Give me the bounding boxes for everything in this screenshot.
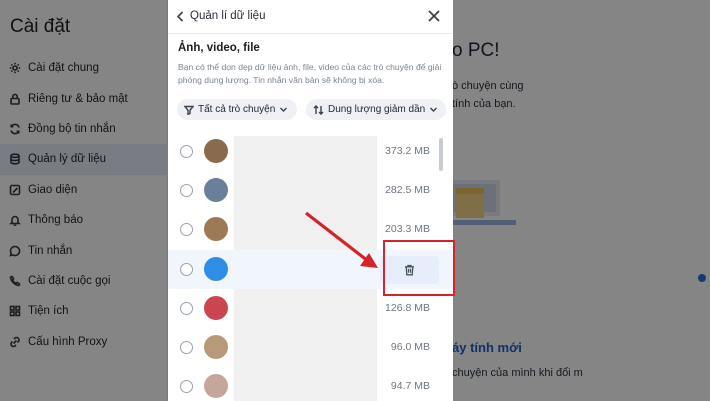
sidebar-item-label: Riêng tư & bảo mật	[28, 92, 128, 105]
background-text-line: ò chuyện cùng	[452, 80, 524, 92]
sidebar-item-appearance[interactable]: Giao diện	[0, 175, 168, 205]
lock-icon	[9, 93, 21, 105]
sort-dropdown[interactable]: Dung lượng giảm dần	[306, 99, 446, 120]
background-title: o PC!	[452, 40, 500, 61]
chevron-down-icon	[430, 107, 438, 112]
grid-icon	[9, 305, 21, 317]
trash-icon	[405, 264, 414, 276]
phone-icon	[9, 275, 21, 287]
conversation-filter-label: Tất cả trò chuyện	[198, 104, 276, 115]
avatar	[204, 295, 228, 320]
row-select-radio[interactable]	[180, 341, 193, 354]
storage-size: 282.5 MB	[385, 184, 430, 197]
storage-size: 373.2 MB	[385, 145, 430, 157]
conversation-row[interactable]: 373.2 MB	[168, 132, 453, 171]
laptop-illustration	[452, 180, 516, 225]
palette-icon	[9, 184, 21, 196]
storage-size: 126.8 MB	[385, 301, 430, 314]
sidebar-item-label: Quản lý dữ liệu	[28, 153, 107, 166]
avatar	[204, 217, 228, 242]
row-select-radio[interactable]	[180, 145, 193, 158]
background-content: o PC! ò chuyện cùng tính của bạn. áy tín…	[452, 0, 710, 401]
row-select-radio[interactable]	[180, 262, 193, 276]
conversation-row[interactable]	[168, 249, 453, 289]
sidebar-item-privacy[interactable]: Riêng tư & bảo mật	[0, 83, 168, 113]
sidebar-item-utilities[interactable]: Tiện ích	[0, 296, 168, 326]
sidebar-item-label: Cài đặt cuộc gọi	[28, 274, 111, 287]
chevron-down-icon	[280, 107, 288, 112]
background-feature-text: chuyện của mình khi đổi m	[452, 367, 583, 379]
background-text-line: tính của bạn.	[452, 98, 516, 110]
row-select-radio[interactable]	[180, 184, 193, 198]
conversation-row[interactable]: 94.7 MB	[168, 367, 453, 401]
avatar	[204, 374, 228, 399]
sidebar-item-label: Thông báo	[28, 214, 83, 227]
background-feature-title: áy tính mới	[452, 340, 522, 355]
sidebar-item-general[interactable]: Cài đặt chung	[0, 53, 168, 83]
sidebar-item-label: Tin nhắn	[28, 244, 73, 257]
list-scrollbar[interactable]	[439, 138, 443, 171]
conversation-row[interactable]: 126.8 MB	[168, 289, 453, 328]
close-icon	[428, 10, 440, 22]
sidebar-item-label: Cấu hình Proxy	[28, 335, 108, 348]
sidebar-item-label: Đồng bộ tin nhắn	[28, 122, 116, 135]
storage-size: 203.3 MB	[385, 223, 430, 236]
sidebar-item-sync[interactable]: Đồng bộ tin nhắn	[0, 114, 168, 144]
sort-label: Dung lượng giảm dần	[328, 104, 426, 115]
back-button[interactable]: Quản lí dữ liệu	[176, 10, 265, 22]
section-description: Bạn có thể dọn dẹp dữ liệu ảnh, file, vi…	[178, 62, 442, 85]
section-title: Ảnh, video, file	[178, 42, 260, 54]
avatar	[204, 256, 228, 281]
sort-icon	[313, 104, 324, 115]
sync-icon	[9, 123, 21, 135]
chat-icon	[9, 245, 21, 257]
database-icon	[9, 153, 21, 165]
data-management-panel: Quản lí dữ liệu Ảnh, video, file Bạn có …	[168, 0, 453, 401]
sidebar-title: Cài đặt	[10, 16, 71, 37]
back-button-label: Quản lí dữ liệu	[190, 10, 266, 22]
conversation-filter-dropdown[interactable]: Tất cả trò chuyện	[177, 99, 297, 120]
chevron-left-icon	[176, 10, 184, 22]
avatar	[204, 335, 228, 359]
filter-icon	[184, 105, 194, 115]
conversation-row[interactable]: 203.3 MB	[168, 210, 453, 249]
delete-button[interactable]	[380, 255, 439, 284]
row-select-radio[interactable]	[180, 301, 193, 315]
row-select-radio[interactable]	[180, 223, 193, 237]
sidebar-item-label: Cài đặt chung	[28, 62, 99, 75]
row-select-radio[interactable]	[180, 380, 193, 394]
sidebar-item-notifications[interactable]: Thông báo	[0, 205, 168, 235]
conversation-row[interactable]: 96.0 MB	[168, 328, 453, 367]
gear-icon	[9, 62, 21, 74]
proxy-icon	[9, 336, 21, 348]
sidebar-item-data-management[interactable]: Quản lý dữ liệu	[0, 144, 168, 175]
sidebar-item-label: Giao diện	[28, 183, 78, 196]
bell-icon	[9, 214, 21, 227]
storage-size: 94.7 MB	[390, 380, 430, 393]
settings-sidebar: Cài đặt Cài đặt chung Riêng tư & bảo mật…	[0, 0, 168, 401]
avatar	[204, 178, 228, 203]
settings-nav: Cài đặt chung Riêng tư & bảo mật Đồng bộ…	[0, 53, 168, 357]
sidebar-item-call-settings[interactable]: Cài đặt cuộc gọi	[0, 266, 168, 296]
sidebar-item-proxy[interactable]: Cấu hình Proxy	[0, 327, 168, 357]
storage-size: 96.0 MB	[390, 341, 430, 353]
avatar	[204, 139, 228, 163]
conversation-row[interactable]: 282.5 MB	[168, 171, 453, 210]
sidebar-item-label: Tiện ích	[28, 305, 69, 318]
panel-header: Quản lí dữ liệu	[168, 0, 453, 34]
conversation-storage-list: 373.2 MB 282.5 MB 203.3 MB 126.8 MB 96.0 MB 9…	[168, 132, 453, 401]
sidebar-item-messages[interactable]: Tin nhắn	[0, 235, 168, 265]
carousel-dot	[698, 274, 706, 282]
close-button[interactable]	[427, 9, 443, 25]
